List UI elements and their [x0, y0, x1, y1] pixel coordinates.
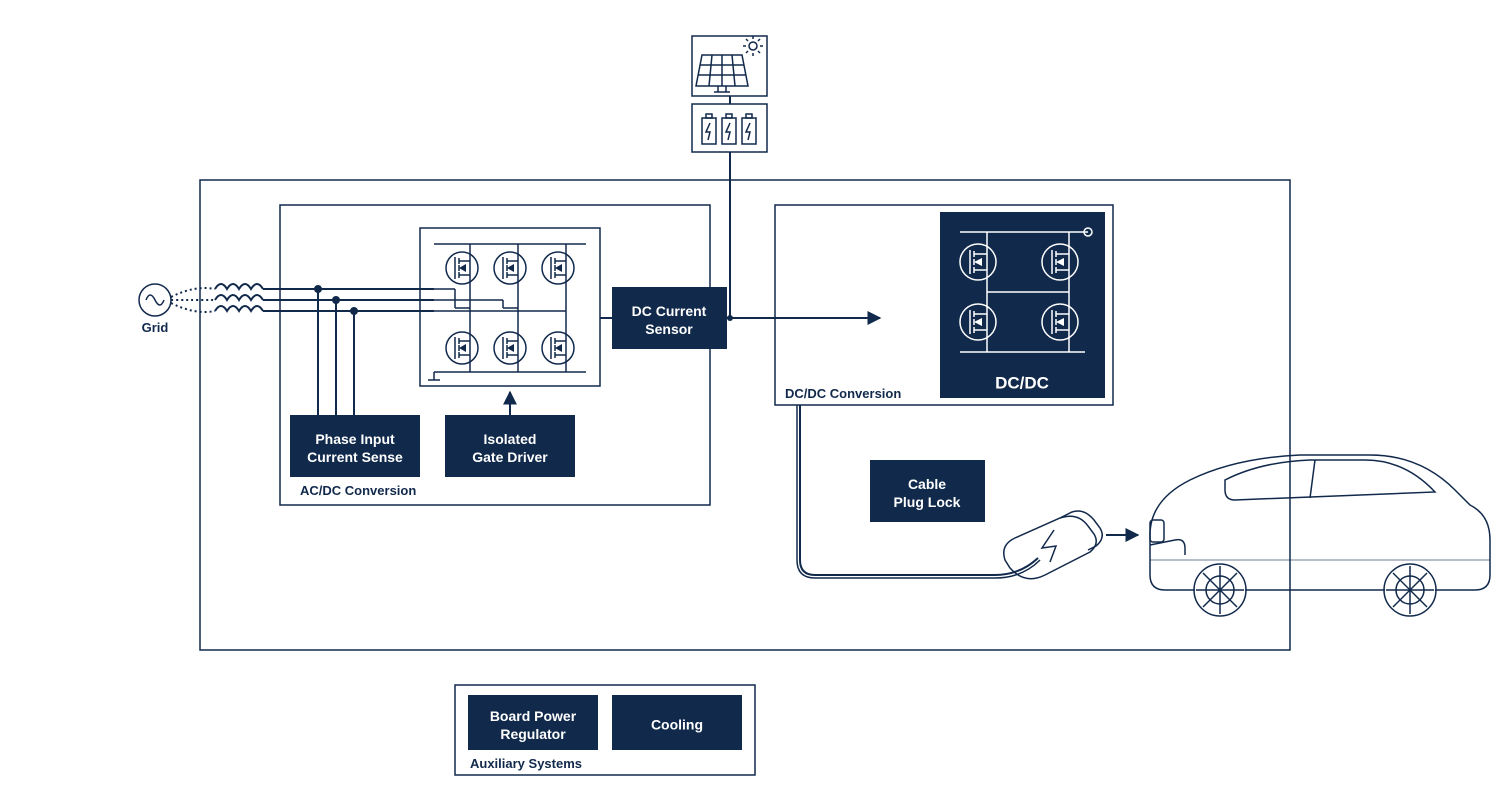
dcdc-section-label: DC/DC Conversion — [785, 386, 901, 401]
phase-input-current-sense-block: Phase InputCurrent Sense — [290, 415, 420, 477]
dc-current-sensor-block: DC CurrentSensor — [612, 287, 727, 349]
board-power-regulator-block: Board PowerRegulator — [468, 695, 598, 750]
three-phase-lines — [171, 284, 434, 415]
ev-car-icon — [1150, 455, 1490, 616]
battery-storage-icon — [692, 104, 767, 152]
cable-plug-lock-block: CablePlug Lock — [870, 460, 985, 522]
aux-section-label: Auxiliary Systems — [470, 756, 582, 771]
ev-charger-block-diagram: Grid AC/DC Conversion — [0, 0, 1500, 800]
grid-source-icon: Grid — [139, 284, 171, 335]
acdc-section-label: AC/DC Conversion — [300, 483, 416, 498]
isolated-gate-driver-block: IsolatedGate Driver — [445, 415, 575, 477]
svg-text:DC/DC: DC/DC — [995, 373, 1049, 392]
cooling-block: Cooling — [612, 695, 742, 750]
dcdc-converter-block: DC/DC — [940, 212, 1105, 398]
three-phase-bridge-icon — [420, 228, 600, 386]
svg-text:Cooling: Cooling — [651, 717, 703, 733]
solar-panel-icon — [692, 36, 767, 96]
grid-label: Grid — [142, 320, 169, 335]
